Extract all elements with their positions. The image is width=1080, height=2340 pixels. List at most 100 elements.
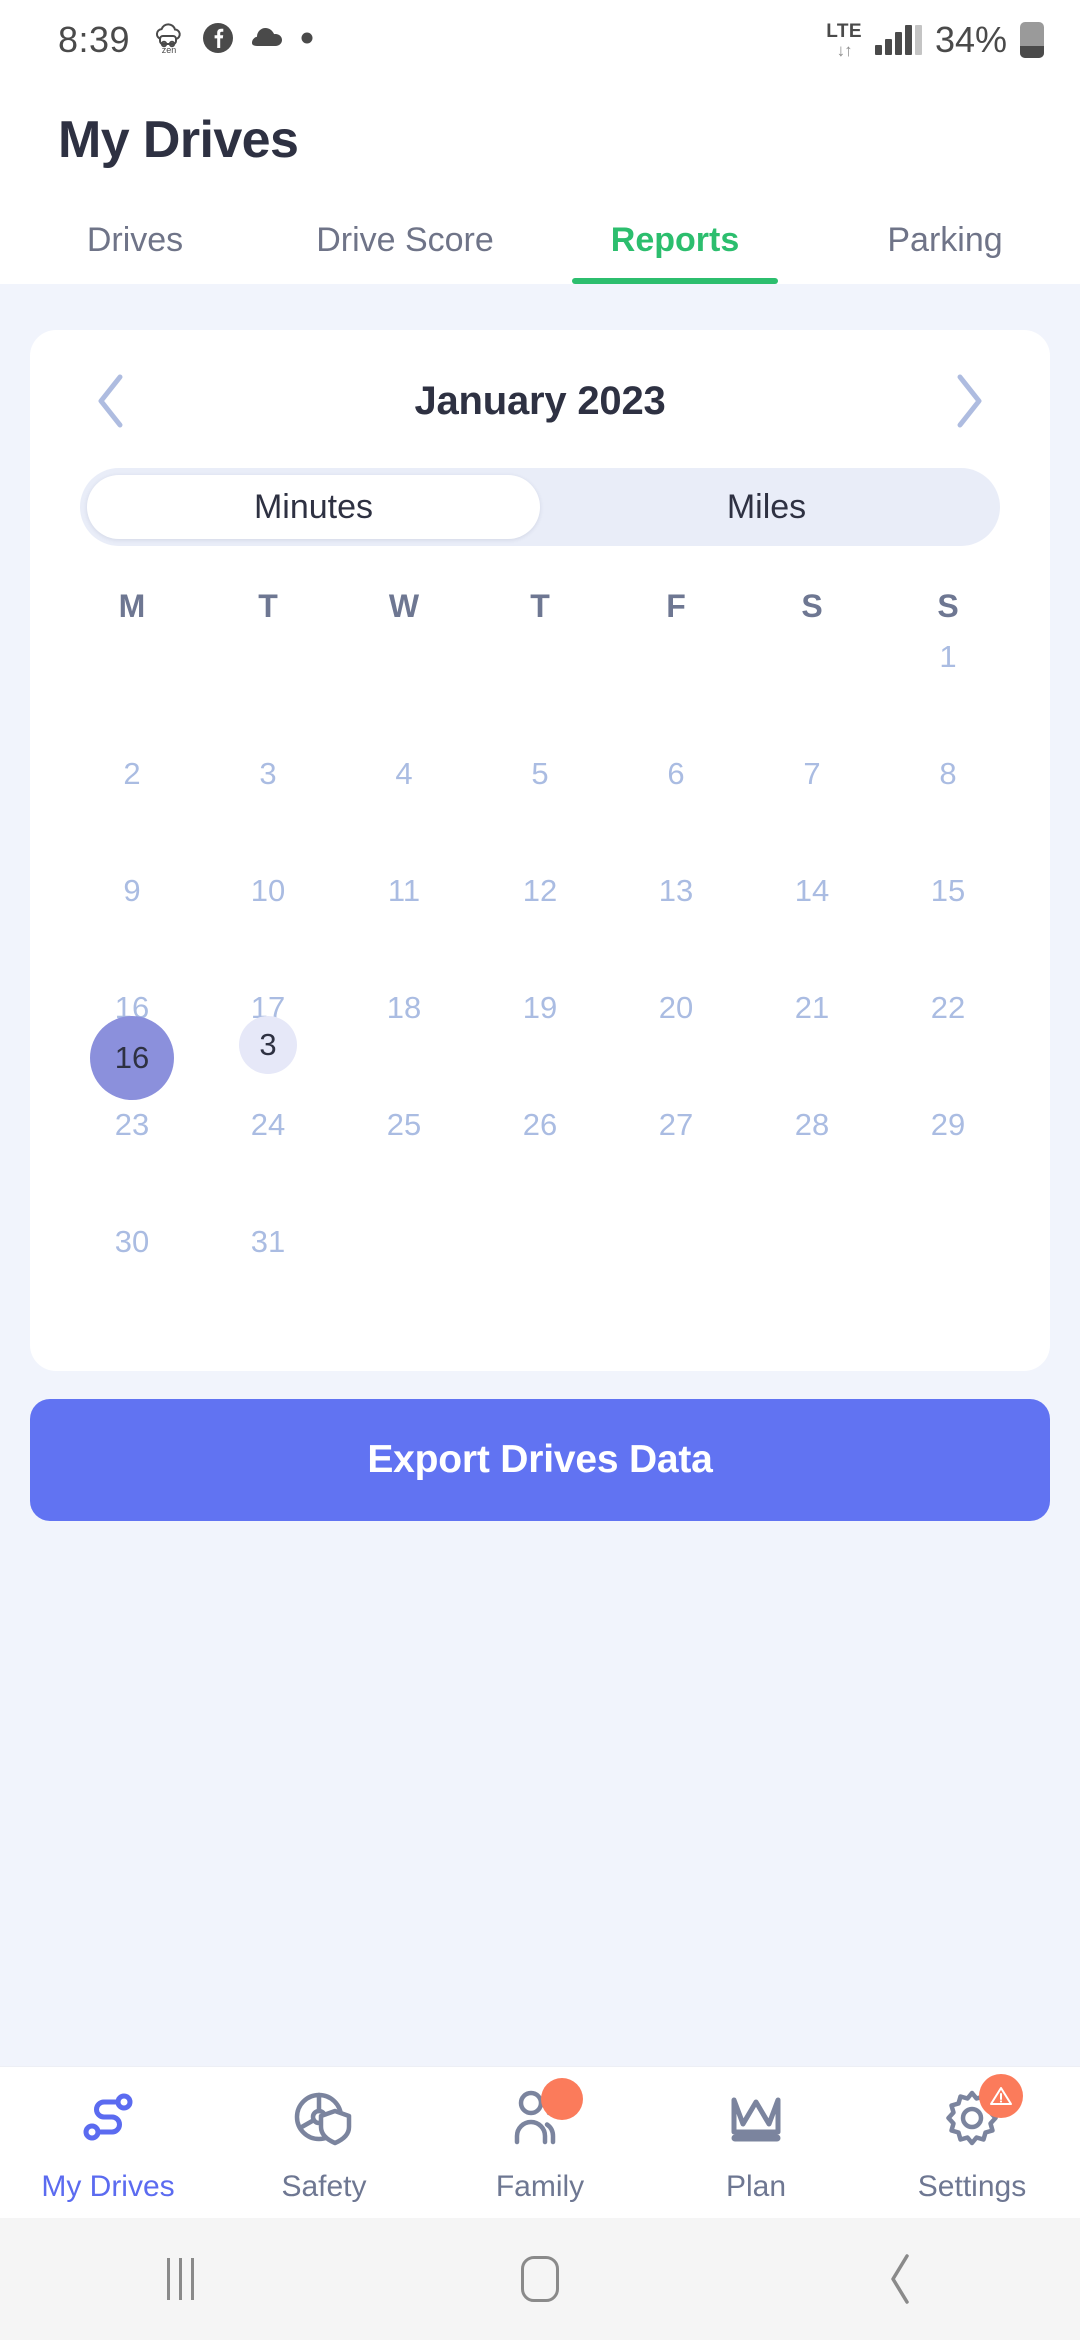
bottom-navigation-bar: My Drives Safety Family Plan Settings (0, 2066, 1080, 2218)
weekday-header: S (801, 588, 823, 624)
calendar-day-cell[interactable]: 23 (64, 1103, 200, 1220)
calendar-day-cell[interactable]: 12 (472, 869, 608, 986)
app-screen: 8:39 zen LTE ↓↑ 34% My Drives Drives Dri… (0, 0, 1080, 2340)
nav-item-my-drives[interactable]: My Drives (0, 2082, 216, 2204)
weekday-header: M (118, 588, 146, 624)
lte-indicator: LTE ↓↑ (826, 22, 862, 59)
steering-wheel-shield-icon (285, 2082, 363, 2156)
calendar-day-number: 21 (794, 990, 830, 1025)
nav-item-settings[interactable]: Settings (864, 2073, 1080, 2204)
calendar-empty-cell (608, 1220, 744, 1337)
calendar-day-cell[interactable]: 19 (472, 986, 608, 1103)
calendar-day-cell[interactable]: 15 (880, 869, 1016, 986)
calendar-day-number: 12 (522, 873, 558, 908)
settings-warning-badge (979, 2073, 1023, 2118)
status-bar-system-icons: LTE ↓↑ 34% (826, 19, 1044, 61)
calendar-day-cell[interactable]: 2 (64, 752, 200, 869)
calendar-week-row: 9 10 11 12 13 14 15 (64, 869, 1016, 986)
calendar-day-number: 15 (930, 873, 966, 908)
calendar-day-number: 29 (930, 1107, 966, 1142)
calendar-grid: 1 2 3 4 5 6 7 8 9 10 11 12 13 14 15 16 16 17 3 18 19 20 21 22 23… (58, 635, 1022, 1337)
units-toggle-minutes[interactable]: Minutes (87, 475, 540, 539)
home-icon[interactable] (440, 2256, 640, 2302)
calendar-day-cell[interactable]: 29 (880, 1103, 1016, 1220)
calendar-day-value-bubble[interactable]: 16 (90, 1016, 174, 1100)
nav-item-family[interactable]: Family (432, 2077, 648, 2204)
calendar-empty-cell (744, 1220, 880, 1337)
calendar-day-cell[interactable]: 28 (744, 1103, 880, 1220)
calendar-day-cell[interactable]: 6 (608, 752, 744, 869)
calendar-day-cell[interactable]: 3 (200, 752, 336, 869)
calendar-day-cell[interactable]: 1 (880, 635, 1016, 752)
nav-label-settings: Settings (917, 2169, 1027, 2203)
tab-parking[interactable]: Parking (810, 207, 1080, 284)
calendar-card: January 2023 Minutes Miles M T W T F S S (30, 330, 1050, 1371)
calendar-week-row: 23 24 25 26 27 28 29 (64, 1103, 1016, 1220)
calendar-day-number: 10 (250, 873, 286, 908)
calendar-empty-cell (472, 635, 608, 752)
calendar-empty-cell (200, 635, 336, 752)
units-toggle-miles[interactable]: Miles (540, 475, 993, 539)
calendar-day-cell[interactable]: 8 (880, 752, 1016, 869)
calendar-day-cell[interactable]: 7 (744, 752, 880, 869)
gear-icon (933, 2073, 1023, 2156)
calendar-day-cell[interactable]: 11 (336, 869, 472, 986)
export-drives-data-button[interactable]: Export Drives Data (30, 1399, 1050, 1521)
weekday-header: F (666, 588, 686, 624)
calendar-day-cell[interactable]: 5 (472, 752, 608, 869)
weekday-header: T (258, 588, 278, 624)
calendar-week-row: 30 31 (64, 1220, 1016, 1337)
nav-label-family: Family (495, 2169, 585, 2203)
status-bar: 8:39 zen LTE ↓↑ 34% (0, 0, 1080, 80)
calendar-empty-cell (336, 635, 472, 752)
calendar-day-number: 20 (658, 990, 694, 1025)
signal-strength-icon (874, 25, 922, 55)
calendar-day-cell[interactable]: 9 (64, 869, 200, 986)
calendar-day-cell[interactable]: 26 (472, 1103, 608, 1220)
calendar-day-value-bubble[interactable]: 3 (239, 1016, 297, 1074)
tab-drives[interactable]: Drives (0, 207, 270, 284)
calendar-day-number: 31 (250, 1224, 286, 1259)
nav-item-plan[interactable]: Plan (648, 2082, 864, 2204)
calendar-day-cell[interactable]: 14 (744, 869, 880, 986)
calendar-day-number: 27 (658, 1107, 694, 1142)
calendar-day-cell[interactable]: 18 (336, 986, 472, 1103)
calendar-day-cell[interactable]: 13 (608, 869, 744, 986)
calendar-day-cell[interactable]: 20 (608, 986, 744, 1103)
chevron-left-icon[interactable] (84, 374, 138, 428)
weekday-header: S (937, 588, 959, 624)
calendar-day-cell[interactable]: 17 3 (200, 986, 336, 1103)
calendar-day-cell[interactable]: 30 (64, 1220, 200, 1337)
battery-icon (1020, 22, 1044, 58)
chevron-right-icon[interactable] (942, 374, 996, 428)
back-icon[interactable] (800, 2252, 1000, 2306)
calendar-empty-cell (880, 1220, 1016, 1337)
month-label: January 2023 (414, 378, 666, 423)
tab-reports[interactable]: Reports (540, 207, 810, 284)
calendar-day-cell[interactable]: 31 (200, 1220, 336, 1337)
page-body: January 2023 Minutes Miles M T W T F S S (0, 284, 1080, 2066)
tab-drive-score[interactable]: Drive Score (270, 207, 540, 284)
calendar-day-number: 25 (386, 1107, 422, 1142)
calendar-day-cell[interactable]: 16 16 (64, 986, 200, 1103)
calendar-day-cell[interactable]: 22 (880, 986, 1016, 1103)
facebook-icon (202, 22, 234, 59)
calendar-day-number: 30 (114, 1224, 150, 1259)
cloud-icon (250, 26, 284, 55)
nav-label-safety: Safety (281, 2169, 367, 2203)
calendar-day-cell[interactable]: 10 (200, 869, 336, 986)
battery-percent-label: 34% (934, 19, 1007, 60)
calendar-week-row: 16 16 17 3 18 19 20 21 22 (64, 986, 1016, 1103)
calendar-day-number: 18 (386, 990, 422, 1025)
family-notification-badge (541, 2077, 583, 2120)
calendar-day-number: 4 (395, 756, 413, 791)
calendar-day-cell[interactable]: 25 (336, 1103, 472, 1220)
people-icon (501, 2077, 583, 2156)
nav-item-safety[interactable]: Safety (216, 2082, 432, 2204)
calendar-day-cell[interactable]: 27 (608, 1103, 744, 1220)
calendar-day-cell[interactable]: 21 (744, 986, 880, 1103)
svg-text:zen: zen (162, 45, 177, 54)
recents-icon[interactable] (80, 2258, 280, 2300)
calendar-day-cell[interactable]: 4 (336, 752, 472, 869)
calendar-day-cell[interactable]: 24 (200, 1103, 336, 1220)
